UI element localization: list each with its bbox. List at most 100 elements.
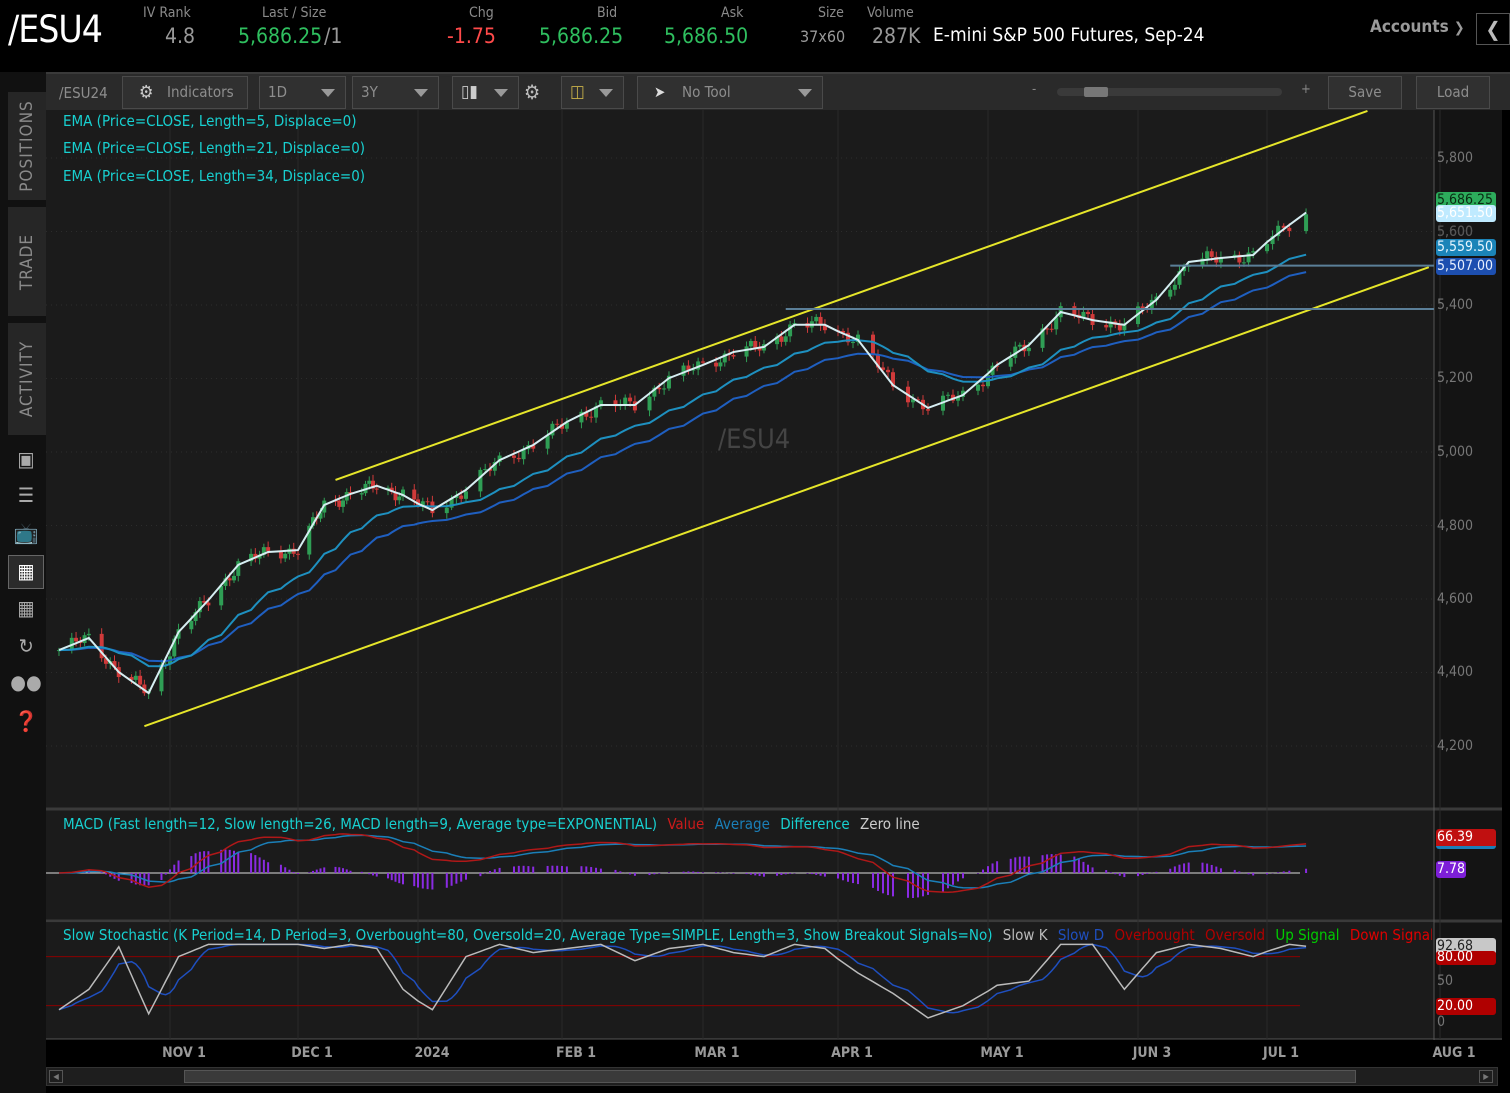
candle-body (976, 384, 980, 391)
candle-body (623, 397, 628, 405)
macd-title: MACD (Fast length=12, Slow length=26, MA… (63, 815, 658, 833)
candle-body (1241, 262, 1246, 264)
price-axis-label: 5,000 (1437, 444, 1474, 460)
candle-body (701, 361, 705, 363)
stochastic-legend-item: Overbought (1114, 926, 1195, 944)
candle-body (555, 423, 560, 425)
candle-body (359, 493, 364, 495)
candle-body (662, 388, 667, 390)
study-label-ema5[interactable]: EMA (Price=CLOSE, Length=5, Displace=0) (63, 112, 356, 130)
stoch-axis-0: 0 (1437, 1014, 1446, 1030)
macd-legend[interactable]: MACD (Fast length=12, Slow length=26, MA… (63, 815, 920, 833)
candle-body (374, 488, 379, 490)
stoch-overbought-tag: 80.00 (1436, 951, 1496, 965)
scroll-right-icon[interactable]: ▶ (1479, 1070, 1493, 1083)
candle-body (483, 468, 488, 470)
candle-body (478, 469, 483, 492)
candle-body (425, 501, 430, 503)
stoch-axis-50: 50 (1437, 973, 1454, 989)
candle-body (138, 675, 143, 685)
stoch-oversold-tag: 20.00 (1436, 998, 1496, 1015)
candle-body (464, 491, 468, 499)
candle-body (227, 578, 232, 581)
price-axis-label: 5,800 (1437, 150, 1474, 166)
x-axis-label: MAY 1 (980, 1045, 1024, 1061)
candle-body (1017, 344, 1022, 347)
candle-body (1049, 328, 1054, 330)
candle-body (412, 489, 417, 500)
candle-body (1304, 214, 1309, 232)
stochastic-legend-item: Up Signal (1275, 926, 1340, 944)
price-tag: 5,559.50 (1436, 239, 1496, 256)
price-axis-label: 5,200 (1437, 370, 1474, 386)
x-axis-label: AUG 1 (1432, 1045, 1476, 1061)
candle-body (783, 336, 788, 342)
candle-body (753, 340, 758, 348)
price-axis-label: 4,200 (1437, 738, 1474, 754)
macd-legend-item: Zero line (860, 815, 920, 833)
candle-body (133, 675, 138, 680)
macd-diff-tag: 7.78 (1436, 861, 1466, 878)
candle-body (779, 336, 784, 342)
stochastic-legend[interactable]: Slow Stochastic (K Period=14, D Period=3… (63, 926, 1432, 944)
candle-body (512, 455, 516, 458)
x-axis-label: 2024 (414, 1045, 450, 1061)
symbol-watermark: /ESU4 (718, 424, 791, 455)
candle-body (628, 397, 633, 402)
candle-body (1209, 251, 1214, 257)
candle-body (1246, 252, 1251, 263)
candle-body (744, 346, 749, 357)
price-axis-label: 4,400 (1437, 664, 1474, 680)
candle-body (886, 369, 890, 373)
candle-body (1205, 251, 1210, 259)
candle-body (74, 637, 79, 642)
candle-body (871, 334, 875, 356)
candle-body (681, 365, 686, 376)
candle-body (1026, 347, 1031, 352)
candle-body (1086, 311, 1090, 315)
candle-body (1172, 284, 1177, 290)
candle-body (1287, 227, 1292, 232)
stochastic-legend-item: Slow K (1002, 926, 1048, 944)
candle-body (946, 394, 950, 396)
candle-body (459, 495, 464, 499)
price-axis-label: 4,600 (1437, 591, 1474, 607)
stochastic-legend-item: Slow D (1057, 926, 1105, 944)
candle-body (718, 362, 723, 367)
candle-body (189, 621, 194, 630)
x-axis-label: DEC 1 (291, 1045, 333, 1061)
candle-body (516, 457, 521, 460)
candle-body (219, 585, 224, 606)
study-label-ema21[interactable]: EMA (Price=CLOSE, Length=21, Displace=0) (63, 139, 365, 157)
stochastic-legend-item: Down Signal (1349, 926, 1432, 944)
candle-body (1072, 306, 1077, 315)
candle-body (337, 500, 342, 507)
candle-body (589, 416, 594, 418)
x-axis-label: JUN 3 (1132, 1045, 1172, 1061)
macd-legend-item: Average (714, 815, 770, 833)
x-axis-label: NOV 1 (162, 1045, 206, 1061)
candle-body (1117, 324, 1122, 331)
macd-legend-item: Value (667, 815, 705, 833)
candle-body (444, 507, 449, 514)
candle-body (1265, 244, 1269, 252)
horizontal-scrollbar[interactable]: ◀ ▶ (46, 1067, 1498, 1086)
candle-body (926, 409, 930, 411)
candle-body (814, 316, 819, 322)
macd-value-tag: 66.39 (1436, 829, 1496, 849)
scroll-left-icon[interactable]: ◀ (49, 1070, 63, 1083)
candle-body (232, 575, 236, 581)
x-axis-label: FEB 1 (556, 1045, 596, 1061)
candle-body (748, 340, 753, 347)
x-axis-label: APR 1 (831, 1045, 873, 1061)
candle-body (296, 553, 300, 555)
candle-body (1168, 289, 1173, 297)
price-axis-label: 5,400 (1437, 297, 1474, 313)
candle-body (86, 633, 91, 636)
price-panel (46, 110, 1434, 808)
scrollbar-thumb[interactable] (184, 1070, 1356, 1083)
candle-body (851, 342, 855, 344)
candle-body (731, 355, 736, 357)
study-label-ema34[interactable]: EMA (Price=CLOSE, Length=34, Displace=0) (63, 167, 365, 185)
candle-body (266, 547, 271, 552)
